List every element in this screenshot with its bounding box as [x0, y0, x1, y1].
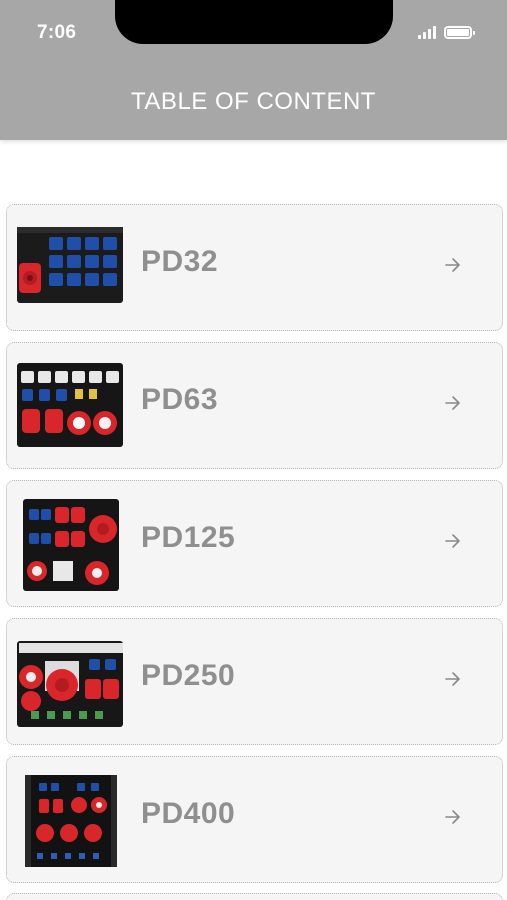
- page-title: TABLE OF CONTENT: [131, 88, 376, 115]
- device-notch: [115, 0, 393, 44]
- list-item-pd125[interactable]: PD125: [6, 480, 503, 607]
- pd250-thumbnail: [17, 641, 123, 727]
- item-label: PD32: [141, 245, 219, 278]
- pd400-thumbnail: [25, 775, 117, 867]
- item-label: PD125: [141, 521, 236, 554]
- pd32-thumbnail: [17, 227, 123, 303]
- item-label: PD400: [141, 797, 236, 830]
- arrow-right-icon: [445, 672, 460, 686]
- item-label: PD63: [141, 383, 219, 416]
- pd125-thumbnail: [23, 499, 119, 591]
- list-item-pd63[interactable]: PD63: [6, 342, 503, 469]
- list-item-partial[interactable]: [6, 893, 503, 900]
- arrow-right-icon: [445, 534, 460, 548]
- status-icons: [418, 26, 475, 39]
- arrow-right-icon: [445, 810, 460, 824]
- arrow-right-icon: [445, 258, 460, 272]
- arrow-right-icon: [445, 396, 460, 410]
- battery-icon: [444, 26, 475, 39]
- list-item-pd400[interactable]: PD400: [6, 756, 503, 883]
- pd63-thumbnail: [17, 363, 123, 447]
- list-item-pd32[interactable]: PD32: [6, 204, 503, 331]
- item-label: PD250: [141, 659, 236, 692]
- list-item-pd250[interactable]: PD250: [6, 618, 503, 745]
- cellular-signal-icon: [418, 26, 436, 39]
- status-time: 7:06: [37, 22, 77, 43]
- header-bar: 7:06 TABLE OF CONTENT: [0, 0, 507, 140]
